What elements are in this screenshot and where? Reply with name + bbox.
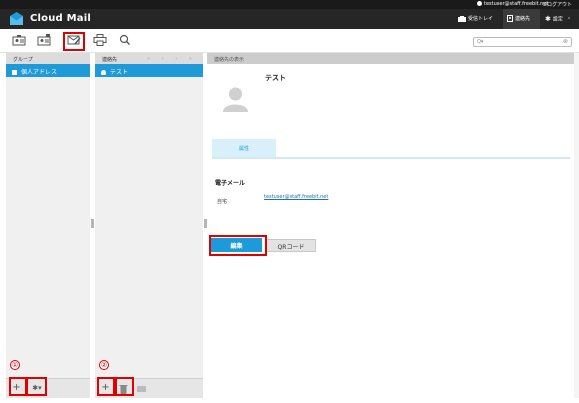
printer-icon[interactable] bbox=[93, 34, 107, 46]
move-contact-icon[interactable] bbox=[135, 383, 148, 395]
contacts-header: 連絡先 « ‹ › » bbox=[95, 53, 203, 64]
contacts-header-label: 連絡先 bbox=[102, 57, 118, 63]
avatar bbox=[223, 87, 248, 112]
delete-contact-highlight-box bbox=[115, 377, 134, 396]
nav-settings[interactable]: ✱ 設定 ⌃ bbox=[545, 9, 571, 29]
contact-card-icon[interactable] bbox=[12, 34, 26, 46]
app-brand: Cloud Mail bbox=[30, 13, 91, 24]
user-icon bbox=[477, 1, 482, 6]
nav-contacts[interactable]: 連絡先 bbox=[503, 9, 540, 29]
callout-badge: ① bbox=[10, 360, 20, 370]
nav-contacts-label: 連絡先 bbox=[515, 16, 531, 22]
user-email: testuser@staff.freebit.net bbox=[484, 1, 549, 7]
groups-header: グループ bbox=[6, 53, 90, 64]
search-placeholder: Q▾ bbox=[477, 39, 484, 45]
groups-panel: グループ 個人アドレス + ✱▾ bbox=[6, 53, 90, 398]
scrollbar[interactable] bbox=[574, 53, 579, 398]
contact-detail-panel: 連絡先の表示 テスト 属性 電子メール 自宅 testuser@staff.fr… bbox=[207, 53, 574, 398]
search-icon[interactable] bbox=[118, 34, 132, 46]
logout-label: ログアウト bbox=[546, 2, 572, 8]
tab-attributes[interactable]: 属性 bbox=[212, 139, 276, 157]
nav-inbox[interactable]: 受信トレイ bbox=[458, 9, 493, 29]
person-icon bbox=[101, 70, 106, 75]
compose-highlight-box bbox=[63, 32, 85, 51]
tab-underline bbox=[212, 157, 570, 159]
nav-inbox-label: 受信トレイ bbox=[468, 16, 494, 22]
nav-settings-label: 設定 bbox=[552, 16, 563, 23]
contact-card-icon[interactable] bbox=[37, 34, 51, 46]
inbox-icon bbox=[458, 15, 466, 22]
email-section-title: 電子メール bbox=[215, 180, 246, 187]
contact-item-label: テスト bbox=[110, 69, 129, 76]
resize-handle[interactable] bbox=[91, 219, 94, 228]
contact-name: テスト bbox=[265, 74, 286, 82]
contact-item[interactable]: テスト bbox=[95, 64, 203, 77]
group-item-label: 個人アドレス bbox=[21, 69, 58, 76]
add-group-highlight-box bbox=[9, 377, 27, 396]
add-contact-highlight-box bbox=[97, 377, 115, 396]
app-header: Cloud Mail 受信トレイ 連絡先 ✱ 設定 ⌃ bbox=[0, 9, 579, 29]
clear-icon[interactable]: ⊗ bbox=[563, 38, 568, 45]
contacts-pager[interactable]: « ‹ › » bbox=[147, 56, 197, 62]
detail-header: 連絡先の表示 bbox=[207, 53, 574, 64]
search-input[interactable]: Q▾ ⊗ bbox=[473, 37, 572, 47]
qr-code-button[interactable]: QRコード bbox=[266, 239, 316, 252]
contacts-panel: 連絡先 « ‹ › » テスト + bbox=[95, 53, 203, 398]
address-book-icon bbox=[12, 70, 17, 75]
edit-highlight-box bbox=[209, 235, 267, 256]
cloudmail-logo-icon bbox=[10, 12, 23, 25]
account-strip: testuser@staff.freebit.net ⎋ログアウト bbox=[0, 0, 579, 9]
email-field-label: 自宅 bbox=[217, 199, 228, 205]
group-item[interactable]: 個人アドレス bbox=[6, 64, 90, 77]
contacts-icon bbox=[507, 15, 513, 22]
callout-badge: ② bbox=[99, 360, 109, 370]
gear-icon: ✱ bbox=[545, 15, 551, 23]
user-account[interactable]: testuser@staff.freebit.net bbox=[477, 1, 548, 7]
email-link[interactable]: testuser@staff.freebit.net bbox=[264, 194, 328, 200]
group-settings-highlight-box bbox=[26, 377, 47, 396]
logout-link[interactable]: ⎋ログアウト bbox=[543, 1, 572, 8]
chevron-up-icon: ⌃ bbox=[566, 16, 572, 23]
